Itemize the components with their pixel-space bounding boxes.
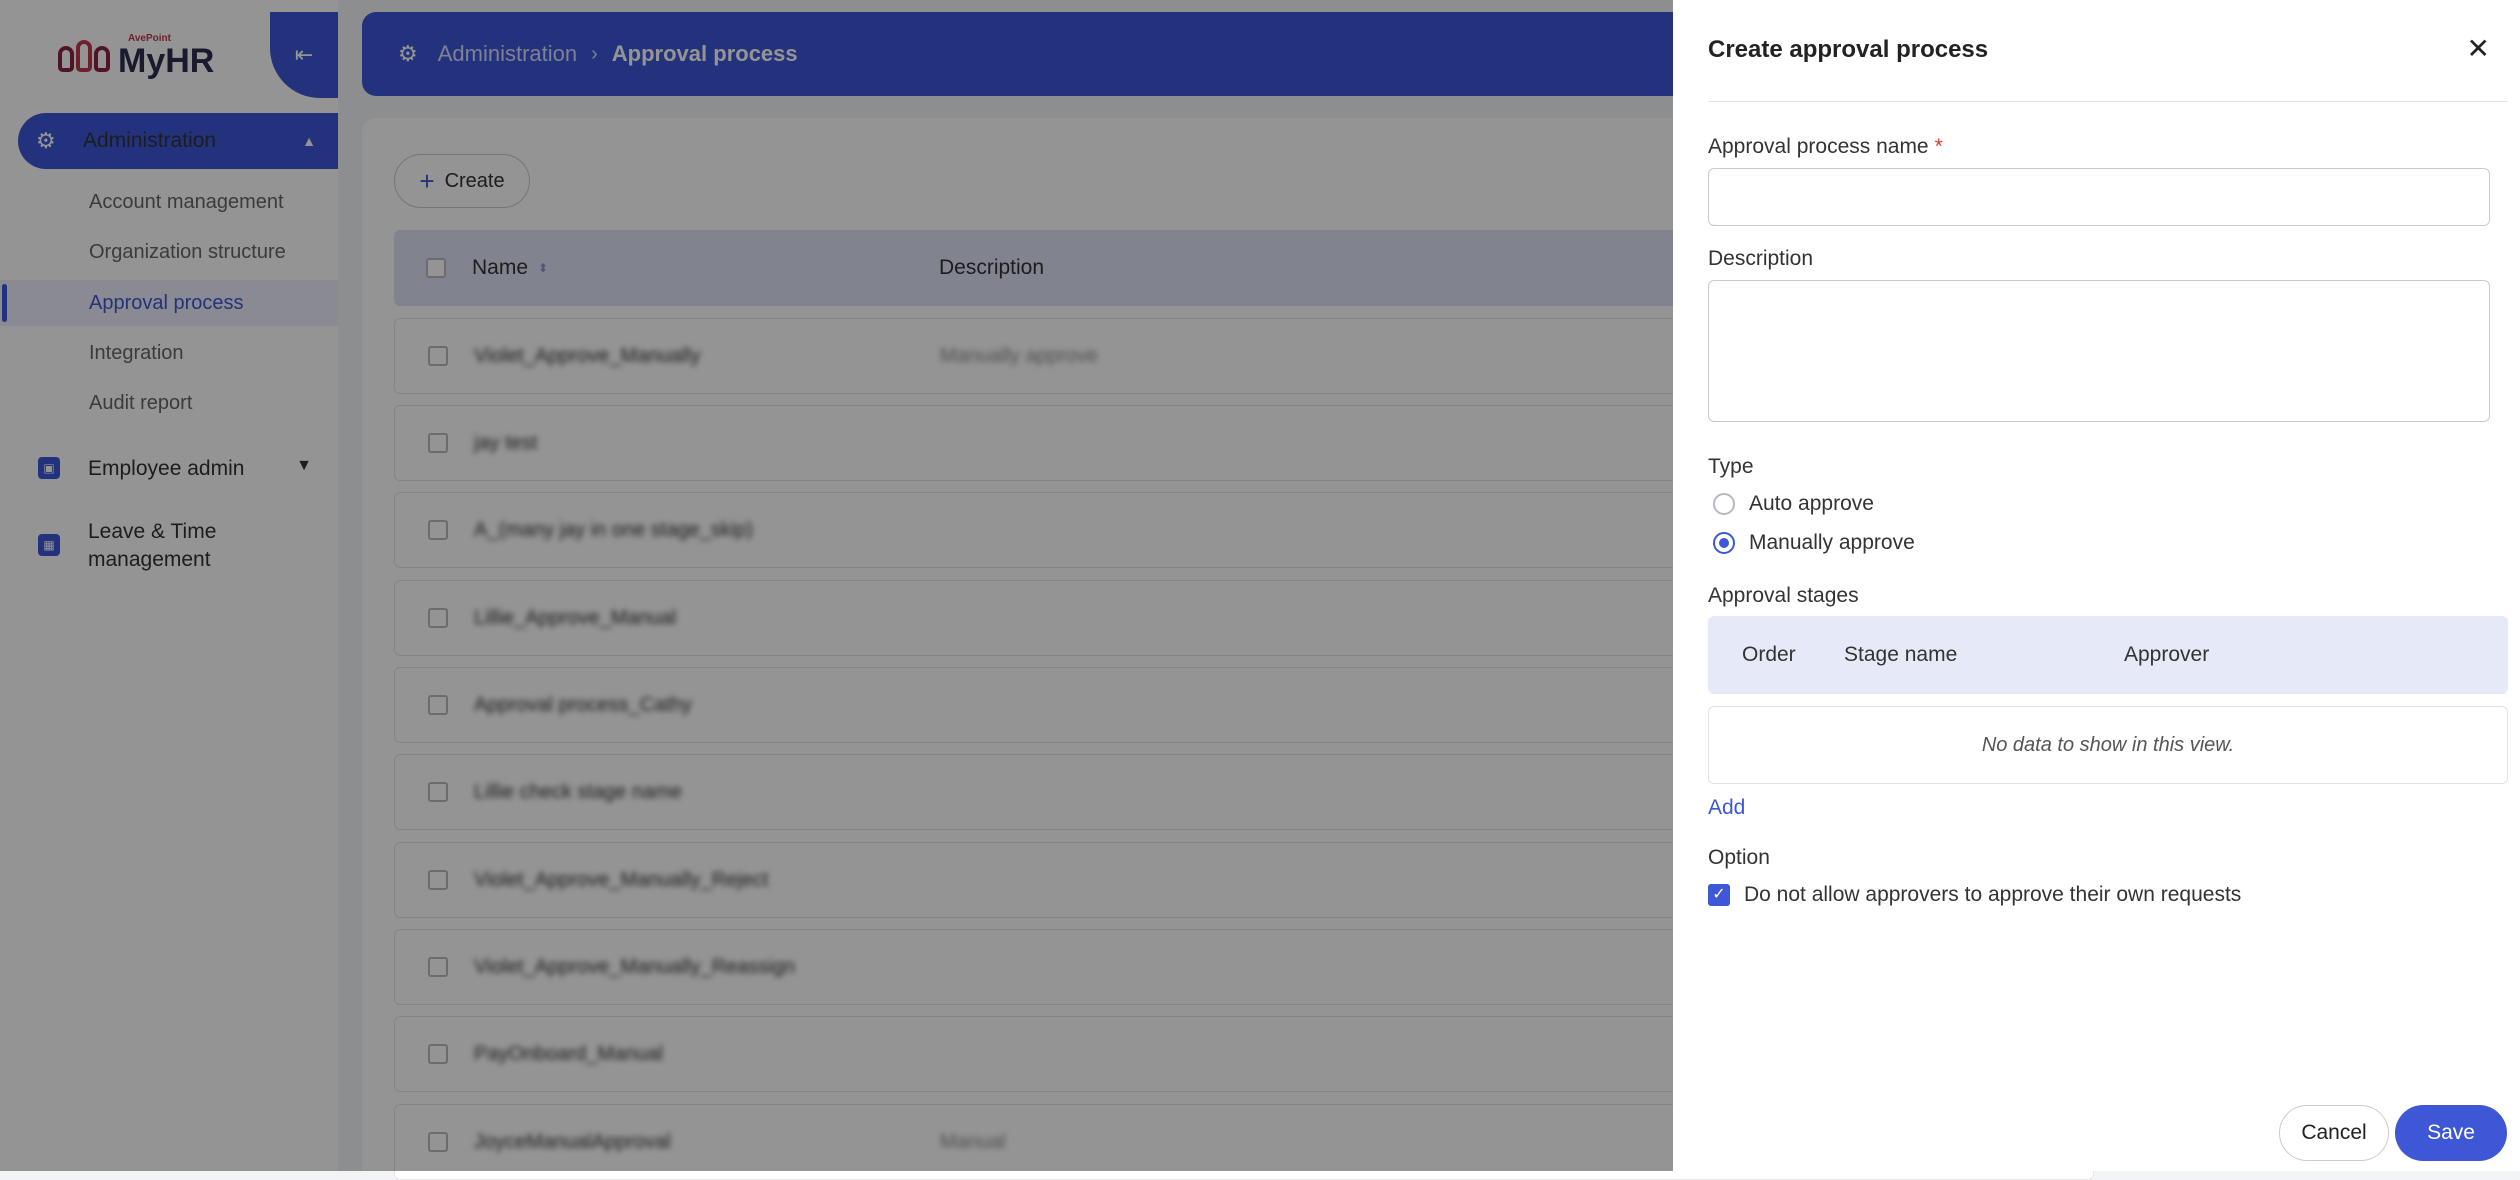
checkbox-label: Do not allow approvers to approve their … [1744, 883, 2242, 906]
checkbox-checked-icon[interactable]: ✓ [1708, 884, 1730, 906]
stages-empty-message: No data to show in this view. [1708, 706, 2508, 784]
name-label: Approval process name * [1708, 135, 1943, 159]
approval-stages-label: Approval stages [1708, 584, 1859, 607]
radio-auto-approve[interactable]: Auto approve [1713, 492, 1874, 516]
radio-button-selected[interactable] [1713, 532, 1735, 554]
divider [1708, 101, 2508, 102]
description-label: Description [1708, 247, 1814, 270]
create-approval-process-panel: Create approval process ✕ Approval proce… [1673, 0, 2520, 1171]
add-stage-link[interactable]: Add [1708, 796, 1745, 820]
column-header-stage-name: Stage name [1844, 643, 1958, 666]
column-header-approver: Approver [2124, 643, 2210, 666]
panel-title: Create approval process [1708, 36, 1989, 63]
radio-label: Auto approve [1749, 492, 1874, 515]
column-header-order: Order [1742, 643, 1796, 666]
modal-overlay[interactable] [0, 0, 1673, 1171]
radio-manually-approve[interactable]: Manually approve [1713, 531, 1915, 555]
stages-table-header: Order Stage name Approver [1708, 616, 2508, 694]
approval-process-name-input[interactable] [1708, 168, 2490, 226]
description-textarea[interactable] [1708, 280, 2490, 422]
cancel-button[interactable]: Cancel [2279, 1105, 2389, 1161]
name-label-text: Approval process name [1708, 135, 1929, 158]
app-root: AvePoint MyHR ⇤ ⚙ Administration ▲ Accou… [0, 0, 2520, 1180]
close-icon[interactable]: ✕ [2467, 32, 2490, 65]
radio-label: Manually approve [1749, 531, 1915, 554]
option-self-approval[interactable]: ✓ Do not allow approvers to approve thei… [1708, 883, 2241, 907]
radio-button[interactable] [1713, 493, 1735, 515]
type-label: Type [1708, 455, 1754, 478]
option-label: Option [1708, 846, 1770, 869]
save-button[interactable]: Save [2395, 1105, 2507, 1161]
required-mark: * [1934, 135, 1943, 158]
